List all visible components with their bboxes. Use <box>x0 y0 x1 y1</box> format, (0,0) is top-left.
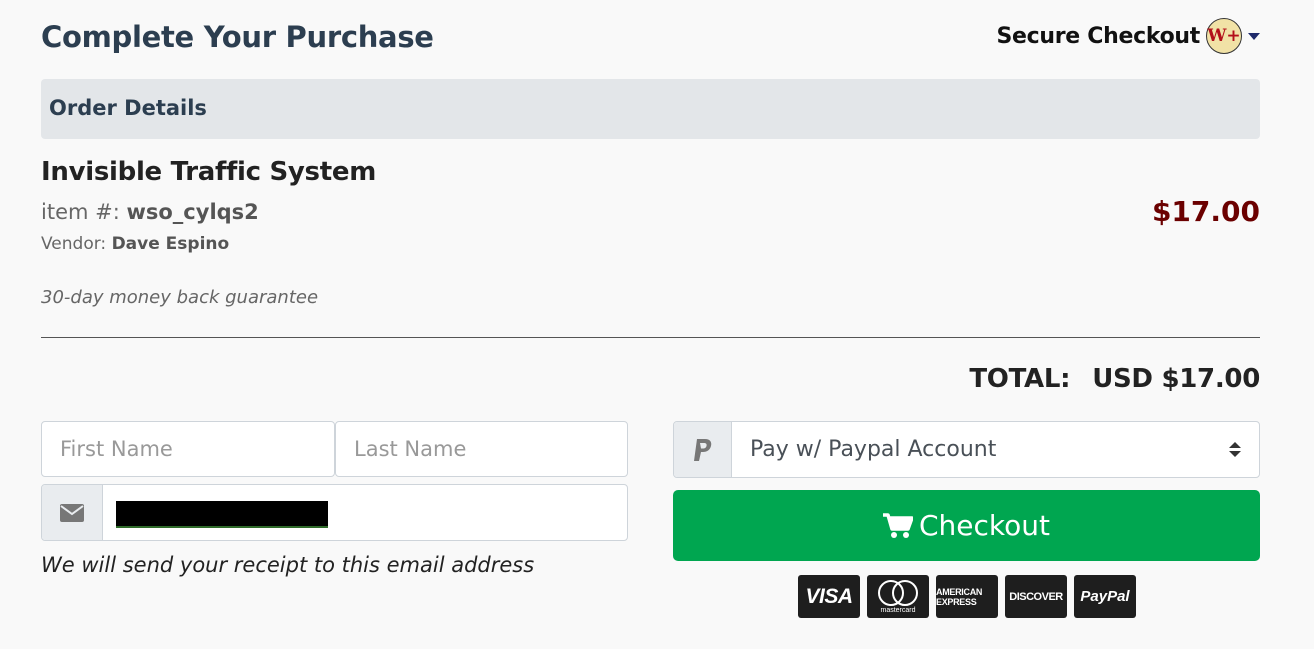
vendor-name: Dave Espino <box>111 234 230 254</box>
order-total: TOTAL: USD $17.00 <box>969 364 1260 394</box>
mastercard-label: mastercard <box>880 606 916 614</box>
page-title: Complete Your Purchase <box>41 20 434 54</box>
payment-method-select[interactable]: Pay w/ Paypal Account <box>673 421 1260 478</box>
item-number-value: wso_cylqs2 <box>126 200 259 224</box>
payment-method-dropdown[interactable]: Pay w/ Paypal Account <box>732 422 1259 477</box>
item-number: item #: wso_cylqs2 <box>41 200 259 224</box>
discover-card-icon: DISCOVER <box>1005 575 1067 618</box>
product-price: $17.00 <box>1151 195 1260 228</box>
select-arrows-icon <box>1229 442 1241 457</box>
caret-down-icon[interactable] <box>1248 32 1260 40</box>
total-label: TOTAL: <box>969 364 1071 394</box>
first-name-input[interactable] <box>41 421 335 477</box>
redacted-email <box>116 501 328 528</box>
shopping-cart-icon <box>883 512 913 538</box>
secure-checkout-label: Secure Checkout <box>996 23 1200 49</box>
envelope-icon <box>42 485 103 540</box>
email-field-group <box>41 484 628 541</box>
vendor: Vendor: Dave Espino <box>41 234 229 254</box>
paypal-card-icon: PayPal <box>1074 575 1136 618</box>
receipt-note: We will send your receipt to this email … <box>41 553 535 577</box>
secure-checkout-menu[interactable]: Secure Checkout W+ <box>996 18 1260 54</box>
mastercard-card-icon: mastercard <box>867 575 929 618</box>
vendor-label: Vendor: <box>41 234 107 254</box>
product-name: Invisible Traffic System <box>41 157 376 187</box>
checkout-button[interactable]: Checkout <box>673 490 1260 561</box>
selected-payment-method: Pay w/ Paypal Account <box>750 437 997 462</box>
checkout-label: Checkout <box>919 509 1050 542</box>
total-value: USD $17.00 <box>1092 364 1260 394</box>
order-details-header: Order Details <box>41 79 1260 139</box>
email-input[interactable] <box>103 485 627 540</box>
paypal-icon <box>674 422 732 477</box>
divider <box>41 337 1260 338</box>
last-name-input[interactable] <box>335 421 628 477</box>
visa-card-icon: VISA <box>798 575 860 618</box>
amex-card-icon: AMERICAN EXPRESS <box>936 575 998 618</box>
accepted-cards: VISA mastercard AMERICAN EXPRESS DISCOVE… <box>798 575 1136 618</box>
warriorplus-logo-icon: W+ <box>1206 18 1242 54</box>
guarantee-text: 30-day money back guarantee <box>41 287 319 308</box>
item-number-label: item #: <box>41 200 120 224</box>
